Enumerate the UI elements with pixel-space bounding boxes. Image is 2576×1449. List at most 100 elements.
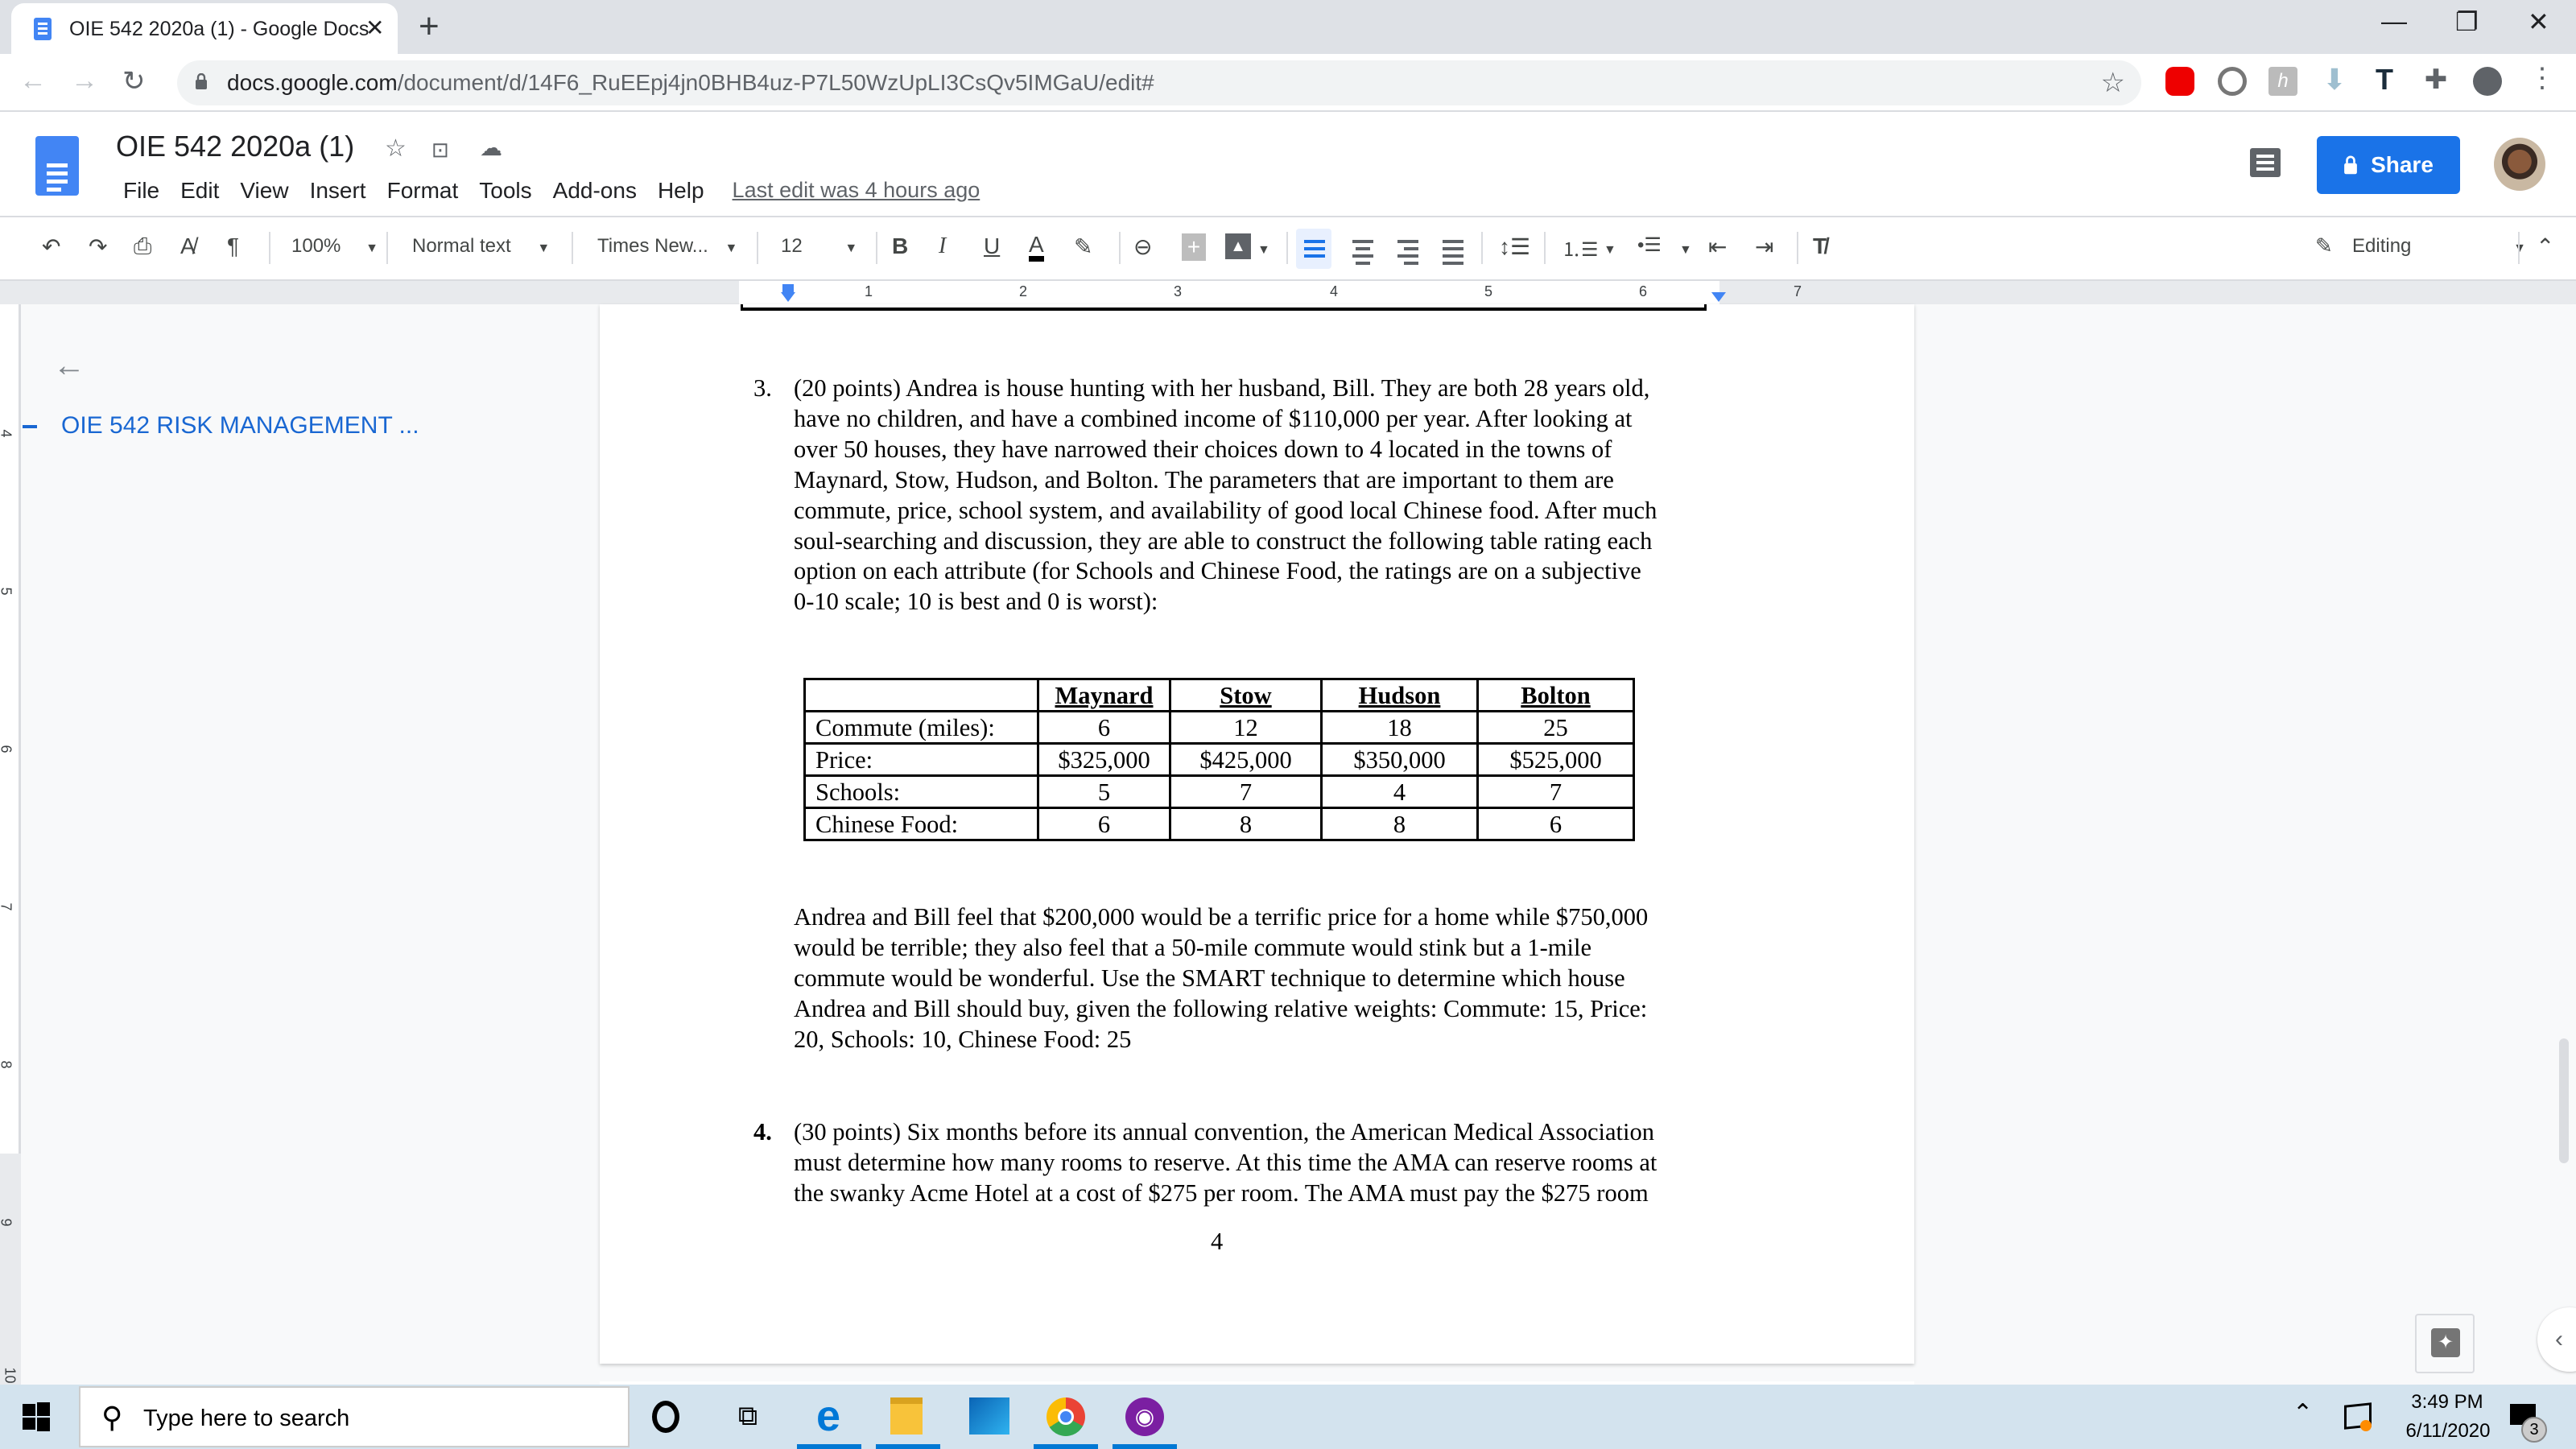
- menu-edit[interactable]: Edit: [170, 178, 229, 204]
- menu-addons[interactable]: Add-ons: [543, 178, 647, 204]
- star-icon[interactable]: ☆: [385, 134, 407, 163]
- collapse-menus-icon[interactable]: ⌃: [2536, 233, 2554, 260]
- undo-icon[interactable]: ↶: [42, 233, 60, 260]
- extensions-puzzle-icon[interactable]: ✚: [2421, 65, 2450, 94]
- new-tab-button[interactable]: +: [419, 6, 440, 47]
- align-left-button[interactable]: [1296, 229, 1331, 269]
- file-explorer-icon[interactable]: [890, 1397, 923, 1435]
- menu-help[interactable]: Help: [647, 178, 715, 204]
- google-docs-logo-icon[interactable]: [35, 136, 79, 196]
- question-4-text[interactable]: (30 points) Six months before its annual…: [794, 1117, 1657, 1209]
- bulleted-list-dropdown-icon[interactable]: ▼: [1679, 243, 1692, 258]
- restore-button[interactable]: ❐: [2455, 6, 2479, 37]
- bookmark-star-icon[interactable]: ☆: [2101, 67, 2125, 99]
- close-window-button[interactable]: ✕: [2528, 6, 2549, 37]
- comments-icon[interactable]: [2250, 148, 2281, 177]
- last-edit-link[interactable]: Last edit was 4 hours ago: [733, 178, 980, 204]
- house-attribute-table[interactable]: Maynard Stow Hudson Bolton Commute (mile…: [803, 678, 1635, 841]
- cortana-icon[interactable]: [652, 1401, 679, 1433]
- chrome-menu-icon[interactable]: ⋮: [2528, 64, 2557, 93]
- browser-tab[interactable]: OIE 542 2020a (1) - Google Docs ✕: [11, 3, 398, 54]
- editing-mode-select[interactable]: Editing ▼: [2352, 235, 2526, 258]
- browser-tab-bar: OIE 542 2020a (1) - Google Docs ✕ + — ❐ …: [0, 0, 2576, 54]
- decrease-indent-icon[interactable]: ⇤: [1708, 233, 1727, 260]
- clock-date[interactable]: 6/11/2020: [2388, 1420, 2508, 1443]
- highlight-color-icon[interactable]: ✎: [1074, 233, 1092, 260]
- explore-sparkle-icon: ✦: [2431, 1328, 2460, 1357]
- table-header-cell: Stow: [1169, 678, 1323, 712]
- task-view-icon[interactable]: ⧉: [729, 1397, 766, 1435]
- tor-browser-icon[interactable]: ◉: [1125, 1397, 1164, 1436]
- toolbar-divider: [269, 232, 270, 264]
- add-comment-icon[interactable]: +: [1182, 233, 1206, 261]
- page-number: 4: [1211, 1228, 1224, 1255]
- text-color-button[interactable]: A: [1029, 233, 1044, 262]
- user-avatar[interactable]: [2494, 138, 2545, 191]
- paint-format-icon[interactable]: ¶: [227, 233, 239, 259]
- edge-browser-icon[interactable]: e: [810, 1394, 847, 1438]
- tab-close-icon[interactable]: ✕: [365, 14, 384, 41]
- underline-button[interactable]: U: [984, 233, 1000, 259]
- honey-extension-icon[interactable]: h: [2268, 67, 2297, 96]
- windows-start-icon[interactable]: [23, 1402, 52, 1431]
- clock-time[interactable]: 3:49 PM: [2399, 1391, 2496, 1414]
- show-side-panel-button[interactable]: ‹: [2537, 1307, 2576, 1372]
- taskbar-search-box[interactable]: ⚲ Type here to search: [79, 1386, 630, 1447]
- share-button[interactable]: Share: [2317, 136, 2460, 194]
- toolbar-divider: [757, 232, 758, 264]
- chrome-icon[interactable]: [1046, 1397, 1085, 1436]
- text-extension-icon[interactable]: T: [2370, 65, 2399, 94]
- explore-button[interactable]: ✦: [2415, 1314, 2475, 1373]
- insert-link-icon[interactable]: ⊖: [1133, 233, 1152, 260]
- tab-title: OIE 542 2020a (1) - Google Docs: [69, 18, 369, 40]
- numbered-list-dropdown-icon[interactable]: ▼: [1604, 243, 1616, 258]
- menu-tools[interactable]: Tools: [469, 178, 542, 204]
- minimize-button[interactable]: —: [2381, 6, 2407, 36]
- close-outline-back-icon[interactable]: ←: [53, 348, 85, 384]
- url-input[interactable]: docs.google.com/document/d/14F6_RuEEpj4j…: [177, 60, 2141, 105]
- font-select[interactable]: Times New... ▼: [597, 235, 737, 258]
- move-to-folder-icon[interactable]: ⊡: [431, 138, 449, 163]
- back-icon[interactable]: ←: [19, 65, 47, 97]
- adblock-extension-icon[interactable]: [2165, 67, 2194, 96]
- mail-icon[interactable]: [969, 1397, 1009, 1435]
- first-line-indent-handle[interactable]: [782, 284, 794, 292]
- ruler-number: 6: [1639, 283, 1648, 299]
- zoom-select[interactable]: 100% ▼: [291, 235, 378, 258]
- line-spacing-icon[interactable]: ↕☰: [1499, 233, 1530, 260]
- bold-button[interactable]: B: [892, 233, 908, 259]
- reload-icon[interactable]: ↻: [122, 65, 146, 97]
- forward-icon[interactable]: →: [71, 65, 98, 97]
- menu-insert[interactable]: Insert: [299, 178, 377, 204]
- left-indent-handle[interactable]: [781, 292, 795, 302]
- cloud-saved-icon[interactable]: ☁: [480, 134, 502, 161]
- blocker-extension-icon[interactable]: [2218, 67, 2247, 96]
- redo-icon[interactable]: ↷: [89, 233, 107, 260]
- horizontal-ruler[interactable]: 1 2 3 4 5 6 7: [0, 279, 2576, 304]
- table-cell: $325,000: [1037, 742, 1171, 777]
- menu-view[interactable]: View: [229, 178, 299, 204]
- font-size-select[interactable]: 12 ▼: [781, 235, 857, 258]
- ruler-number: 5: [1484, 283, 1493, 299]
- outline-heading-item[interactable]: OIE 542 RISK MANAGEMENT ...: [61, 412, 419, 440]
- show-hidden-icons-chevron-icon[interactable]: ⌃: [2293, 1399, 2313, 1427]
- clear-formatting-icon[interactable]: T̸: [1813, 233, 1827, 259]
- increase-indent-icon[interactable]: ⇥: [1755, 233, 1773, 260]
- smart-instructions-paragraph[interactable]: Andrea and Bill feel that $200,000 would…: [794, 902, 1648, 1055]
- document-title[interactable]: OIE 542 2020a (1): [116, 130, 354, 163]
- insert-image-dropdown-icon[interactable]: ▼: [1257, 243, 1270, 258]
- bulleted-list-icon[interactable]: •☰: [1637, 233, 1662, 257]
- menu-file[interactable]: File: [113, 178, 170, 204]
- vertical-scrollbar[interactable]: [2559, 1038, 2569, 1163]
- spellcheck-icon[interactable]: A̸: [180, 233, 196, 259]
- question-3-text[interactable]: (20 points) Andrea is house hunting with…: [794, 374, 1719, 617]
- right-indent-handle[interactable]: [1711, 292, 1726, 302]
- paragraph-style-select[interactable]: Normal text ▼: [412, 235, 550, 258]
- profile-icon[interactable]: [2473, 67, 2502, 96]
- menu-format[interactable]: Format: [377, 178, 469, 204]
- download-extension-icon[interactable]: ⬇: [2320, 65, 2349, 94]
- numbered-list-icon[interactable]: ⒈☰: [1562, 233, 1599, 262]
- insert-image-icon[interactable]: ▲: [1225, 233, 1251, 259]
- print-icon[interactable]: ⎙: [134, 233, 151, 260]
- italic-button[interactable]: I: [939, 233, 946, 259]
